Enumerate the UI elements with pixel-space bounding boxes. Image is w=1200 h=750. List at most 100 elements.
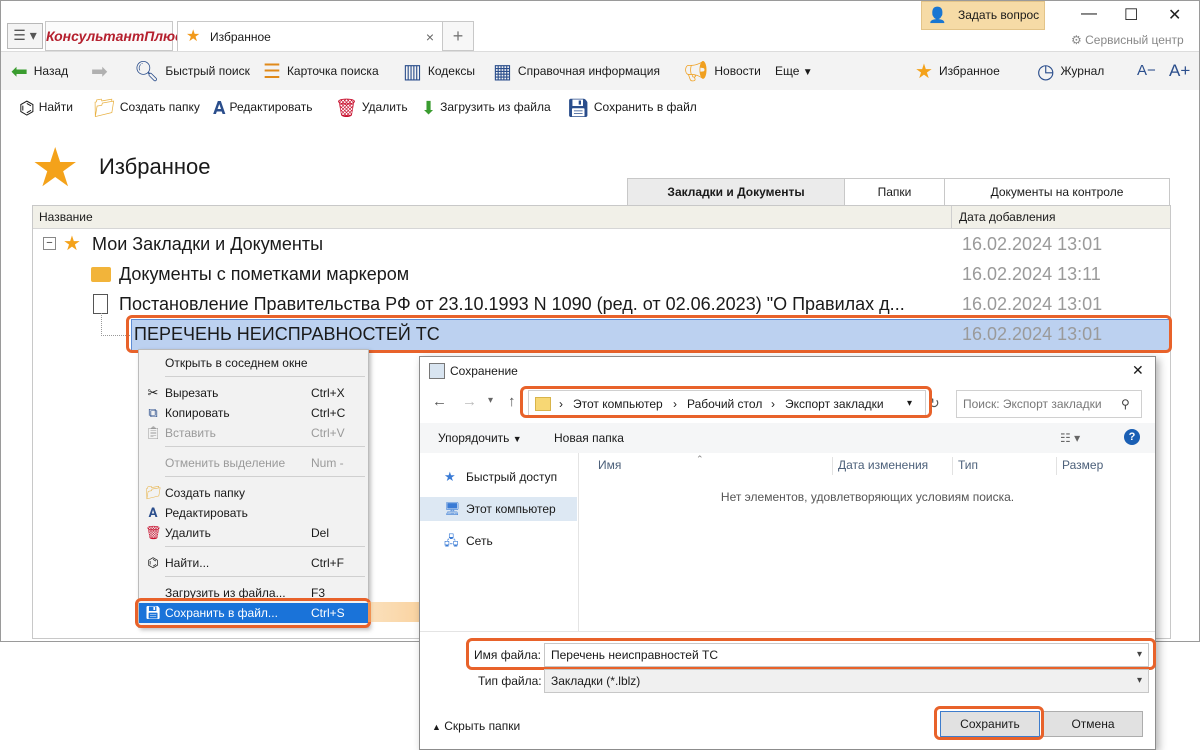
table-row[interactable]: − ★ Мои Закладки и Документы 16.02.2024 …	[33, 229, 1170, 259]
up-arrow-icon[interactable]: ↑	[508, 393, 516, 410]
tab-bookmarks-documents[interactable]: Закладки и Документы	[627, 178, 845, 206]
save-dialog: Сохранение ✕ ← → ▾ ↑ › Этот компьютер › …	[419, 356, 1156, 750]
close-tab-icon[interactable]: ×	[426, 22, 434, 52]
save-to-file-button[interactable]: 💾︎ Сохранить в файл	[567, 90, 697, 124]
operator-icon: 👤	[928, 7, 947, 24]
chevron-down-icon[interactable]: ▾	[1137, 670, 1142, 692]
maximize-button[interactable]: ☐	[1124, 5, 1138, 25]
minimize-button[interactable]: —	[1081, 5, 1097, 23]
view-options-icon[interactable]: ☷ ▾	[1060, 423, 1080, 453]
search-card-button[interactable]: ☰ Карточка поиска	[263, 52, 379, 90]
tab-documents-on-control[interactable]: Документы на контроле	[944, 178, 1170, 206]
collapse-icon[interactable]: −	[43, 237, 56, 250]
help-icon[interactable]: ?	[1124, 429, 1140, 445]
navigation-pane: ★ Быстрый доступ 🖥︎ Этот компьютер 🖧︎ Сеть	[420, 453, 579, 631]
nav-quick-access[interactable]: ★ Быстрый доступ	[420, 465, 577, 489]
nav-label: Этот компьютер	[466, 502, 556, 516]
table-row[interactable]: Документы с пометками маркером 16.02.202…	[33, 259, 1170, 289]
menu-item-deselect[interactable]: Отменить выделение Num -	[139, 453, 368, 473]
main-menu-button[interactable]: ☰ ▾	[7, 23, 43, 49]
download-icon: ⬇	[421, 97, 437, 118]
filetype-select[interactable]: Закладки (*.lblz) ▾	[544, 669, 1149, 693]
menu-separator	[165, 546, 365, 547]
column-size[interactable]: Размер	[1062, 453, 1103, 477]
ask-question-button[interactable]: 👤 Задать вопрос	[921, 1, 1045, 30]
back-arrow-icon[interactable]: ←	[432, 393, 447, 410]
service-center-link[interactable]: ⚙ Сервисный центр	[1071, 33, 1184, 47]
forward-arrow-icon[interactable]: →	[462, 393, 477, 410]
news-button[interactable]: 📢︎ Новости	[683, 52, 761, 90]
book-icon: ▥	[403, 60, 422, 83]
column-name[interactable]: Название	[39, 206, 93, 228]
column-separator	[832, 457, 833, 475]
recent-dropdown-icon[interactable]: ▾	[488, 395, 493, 406]
star-icon: ★	[915, 60, 933, 83]
menu-item-create-folder[interactable]: 📁︎ Создать папку	[139, 483, 368, 503]
search-input[interactable]: Поиск: Экспорт закладки ⚲	[956, 390, 1142, 418]
dialog-cancel-button[interactable]: Отмена	[1043, 711, 1143, 737]
quick-search-button[interactable]: 🔍︎ Быстрый поиск	[134, 52, 250, 90]
trash-icon: 🗑︎	[335, 97, 358, 118]
font-smaller-button[interactable]: A−	[1137, 52, 1156, 90]
menu-item-cut[interactable]: ✂ Вырезать Ctrl+X	[139, 383, 368, 403]
gear-icon: ⚙	[1071, 33, 1082, 47]
tab-favorites[interactable]: ★ Избранное ×	[177, 21, 443, 51]
menu-item-delete[interactable]: 🗑︎ Удалить Del	[139, 523, 368, 543]
dialog-command-bar: Упорядочить ▼ Новая папка ☷ ▾ ?	[420, 423, 1155, 453]
menu-item-find[interactable]: ⌬ Найти... Ctrl+F	[139, 553, 368, 573]
load-from-file-button[interactable]: ⬇ Загрузить из файла	[421, 90, 551, 124]
tab-folders[interactable]: Папки	[844, 178, 945, 206]
favorites-button[interactable]: ★ Избранное	[915, 52, 1000, 90]
menu-item-open-adjacent[interactable]: Открыть в соседнем окне	[139, 353, 368, 373]
column-name[interactable]: Имя	[598, 453, 621, 477]
organize-button[interactable]: Упорядочить ▼	[438, 423, 522, 454]
edit-button[interactable]: 𝐀 Редактировать	[213, 90, 312, 124]
menu-item-paste[interactable]: 📋︎ Вставить Ctrl+V	[139, 423, 368, 443]
more-button[interactable]: Еще ▼	[775, 52, 813, 90]
nav-label: Быстрый доступ	[466, 470, 558, 484]
nav-network[interactable]: 🖧︎ Сеть	[420, 529, 577, 553]
network-icon: 🖧︎	[444, 533, 459, 548]
column-date-modified[interactable]: Дата изменения	[838, 453, 928, 477]
dialog-title: Сохранение	[450, 364, 518, 378]
menu-item-copy[interactable]: ⧉ Копировать Ctrl+C	[139, 403, 368, 423]
copy-icon: ⧉	[148, 405, 158, 420]
menu-separator	[165, 446, 365, 447]
favorites-label: Избранное	[938, 64, 1000, 78]
star-icon: ★	[63, 233, 81, 255]
tab-title: Избранное	[210, 30, 271, 44]
menu-item-edit[interactable]: 𝐀 Редактировать	[139, 503, 368, 523]
menu-label: Редактировать	[165, 506, 248, 520]
dialog-close-button[interactable]: ✕	[1132, 362, 1144, 379]
find-button[interactable]: ⌬ Найти	[19, 90, 73, 124]
hide-folders-button[interactable]: ▲ Скрыть папки	[432, 719, 520, 733]
create-folder-button[interactable]: 📁︎ Создать папку	[93, 90, 200, 124]
column-separator	[952, 457, 953, 475]
file-list-header: Имя ⌃ Дата изменения Тип Размер	[580, 453, 1155, 477]
delete-button[interactable]: 🗑︎ Удалить	[335, 90, 408, 124]
back-arrow-icon: ⬅	[11, 60, 28, 83]
codes-button[interactable]: ▥ Кодексы	[403, 52, 475, 90]
column-date[interactable]: Дата добавления	[959, 206, 1055, 228]
menu-shortcut: Ctrl+C	[311, 406, 346, 420]
font-bigger-button[interactable]: A+	[1169, 52, 1190, 90]
forward-button[interactable]: ➡	[91, 52, 114, 90]
nav-label: Сеть	[466, 534, 493, 548]
chevron-down-icon: ▼	[802, 67, 813, 78]
page-title: Избранное	[99, 154, 211, 179]
back-button[interactable]: ⬅ Назад	[11, 52, 68, 90]
search-icon: 🔍︎	[134, 60, 160, 83]
column-type[interactable]: Тип	[958, 453, 978, 477]
reference-button[interactable]: ▦ Справочная информация	[493, 52, 660, 90]
ask-question-label: Задать вопрос	[958, 8, 1040, 22]
new-folder-button[interactable]: Новая папка	[554, 423, 624, 453]
journal-button[interactable]: ◷ Журнал	[1037, 52, 1104, 90]
new-tab-button[interactable]: +	[442, 21, 474, 51]
highlight-save-button	[934, 706, 1044, 740]
search-card-icon: ☰	[263, 60, 281, 83]
context-menu: Открыть в соседнем окне ✂ Вырезать Ctrl+X …	[138, 349, 369, 628]
consultant-logo[interactable]: КонсультантПлюс	[45, 21, 183, 51]
nav-this-pc[interactable]: 🖥︎ Этот компьютер	[420, 497, 577, 521]
news-label: Новости	[714, 64, 761, 78]
close-window-button[interactable]: ✕	[1168, 5, 1181, 25]
